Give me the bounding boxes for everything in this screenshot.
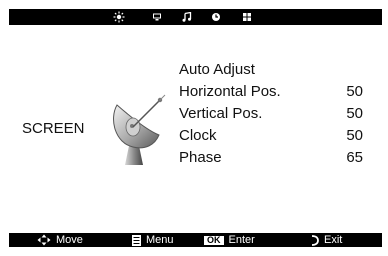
tab-sound[interactable]: [175, 9, 199, 25]
satellite-dish-icon: [113, 94, 166, 165]
menu-item-label: Horizontal Pos.: [179, 83, 281, 100]
menu-item-label: Vertical Pos.: [179, 105, 263, 122]
menu-item-auto-adjust[interactable]: Auto Adjust: [179, 61, 363, 81]
menu-item-value: 50: [346, 105, 363, 122]
menu-list-icon: [132, 234, 141, 246]
sound-note-icon: [182, 12, 192, 22]
hint-move-label: Move: [56, 234, 83, 246]
hint-enter-label: Enter: [228, 234, 255, 246]
move-arrows-icon: [37, 234, 51, 246]
exit-return-icon: [311, 234, 319, 246]
menu-item-label: Phase: [179, 149, 222, 166]
menu-item-value: 50: [346, 83, 363, 100]
menu-item-vertical-pos[interactable]: Vertical Pos. 50: [179, 105, 363, 125]
menu-item-value: 50: [346, 127, 363, 144]
hint-exit-label: Exit: [324, 234, 343, 246]
hint-exit: Exit: [311, 233, 342, 247]
menu-item-label: Clock: [179, 127, 217, 144]
menu-item-phase[interactable]: Phase 65: [179, 149, 363, 169]
hint-move: Move: [37, 233, 83, 247]
hint-menu: Menu: [132, 233, 174, 247]
screen-monitor-icon: [153, 13, 161, 21]
osd-panel: SCREEN Auto Adjust Horizontal Pos. 50 Ve…: [9, 9, 382, 247]
menu-tab-bar: [9, 9, 382, 25]
menu-item-horizontal-pos[interactable]: Horizontal Pos. 50: [179, 83, 363, 103]
tv-osd-frame: SCREEN Auto Adjust Horizontal Pos. 50 Ve…: [0, 0, 388, 256]
tab-screen[interactable]: [145, 9, 169, 25]
tab-setup[interactable]: [235, 9, 259, 25]
menu-item-clock[interactable]: Clock 50: [179, 127, 363, 147]
timer-clock-icon: [212, 13, 220, 21]
hint-menu-label: Menu: [146, 234, 174, 246]
section-title: SCREEN: [22, 120, 85, 137]
menu-item-label: Auto Adjust: [179, 61, 255, 78]
setup-grid-icon: [243, 13, 251, 21]
ok-key-badge: OK: [204, 235, 224, 245]
tab-picture[interactable]: [107, 9, 131, 25]
picture-sun-icon: [113, 11, 125, 23]
menu-item-value: 65: [346, 149, 363, 166]
hint-enter: OK Enter: [204, 233, 255, 247]
tab-timer[interactable]: [204, 9, 228, 25]
key-hint-bar: Move Menu OK Enter Exit: [9, 233, 382, 247]
